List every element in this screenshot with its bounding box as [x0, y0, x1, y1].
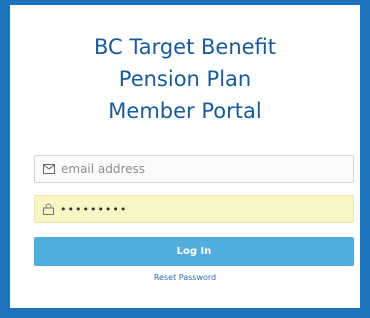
login-button[interactable]: Log In	[34, 237, 354, 266]
lock-icon	[43, 203, 54, 215]
envelope-icon	[43, 164, 55, 174]
title-line-2: Pension Plan	[118, 67, 252, 91]
password-input[interactable]	[60, 202, 340, 216]
reset-password-link[interactable]: Reset Password	[0, 273, 370, 282]
email-field[interactable]	[34, 155, 354, 183]
email-input[interactable]	[61, 162, 341, 176]
page-title: BC Target Benefit Pension Plan Member Po…	[10, 31, 360, 127]
title-line-3: Member Portal	[108, 99, 262, 123]
password-field[interactable]	[34, 195, 354, 223]
title-line-1: BC Target Benefit	[93, 35, 277, 59]
